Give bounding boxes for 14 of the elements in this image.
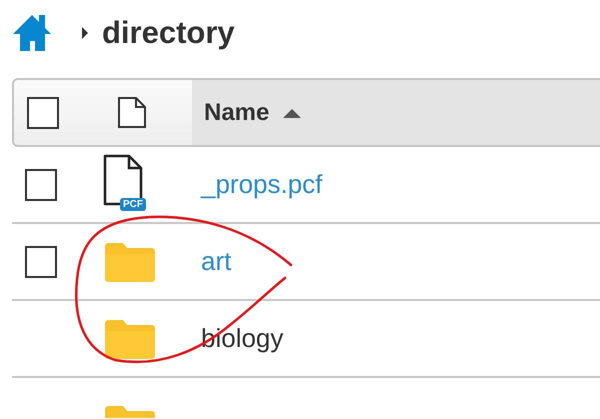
file-link[interactable]: _props.pcf — [201, 169, 322, 200]
row-checkbox[interactable] — [25, 246, 57, 278]
file-link[interactable]: art — [201, 246, 232, 277]
file-icon — [103, 154, 143, 206]
row-checkbox[interactable] — [25, 168, 57, 200]
file-icon — [117, 96, 147, 129]
pcf-badge: PCF — [120, 198, 146, 210]
folder-icon — [103, 318, 157, 360]
select-all-checkbox[interactable] — [27, 96, 59, 128]
name-column-header[interactable]: Name — [204, 98, 302, 126]
breadcrumb-current: directory — [102, 15, 235, 51]
caret-right-icon — [80, 26, 90, 40]
home-icon[interactable] — [12, 14, 52, 52]
folder-icon — [103, 240, 157, 282]
